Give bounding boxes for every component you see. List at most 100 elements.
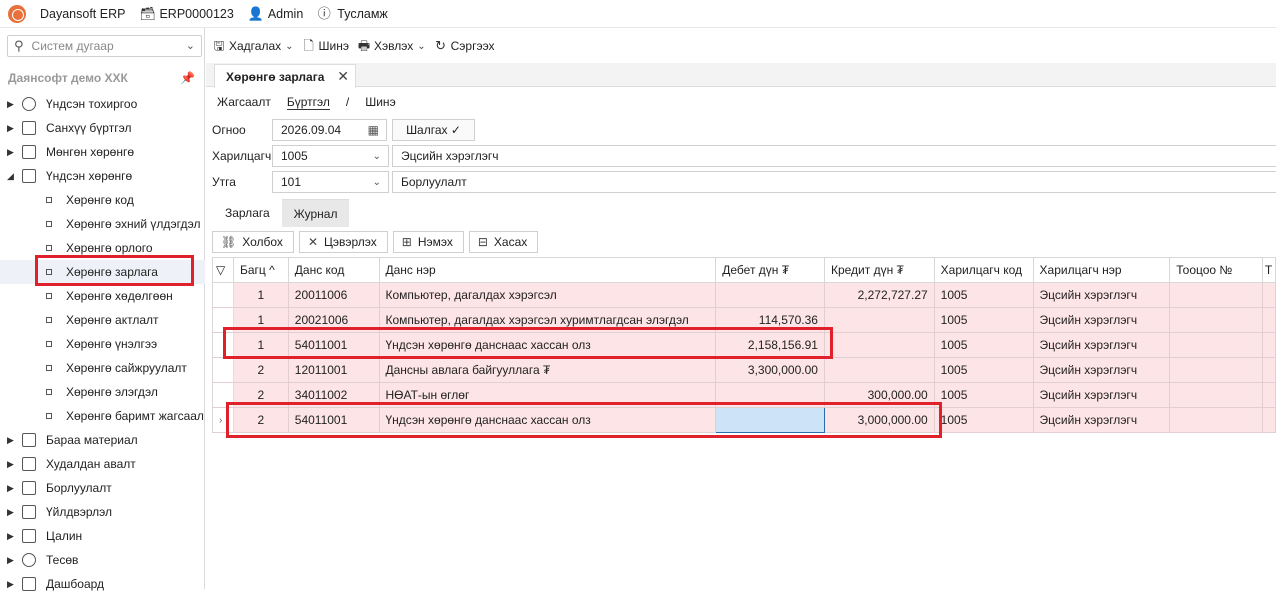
expand-arrow-icon[interactable]: ▶ (7, 99, 14, 110)
cell-account-code[interactable]: 12011001 (287, 357, 380, 383)
cell-extra[interactable] (1261, 332, 1276, 358)
expand-arrow-icon[interactable]: ▶ (7, 531, 14, 542)
sidebar-subitem-depreciation[interactable]: Хөрөнгө элэгдэл (0, 380, 205, 404)
chevron-down-icon[interactable]: ⌄ (373, 151, 381, 162)
cell-customer-name[interactable]: Эцсийн хэрэглэгч (1032, 332, 1171, 358)
date-field[interactable]: 2026.09.04 ▦ (272, 119, 387, 141)
row-indicator[interactable] (212, 357, 234, 383)
calendar-icon[interactable]: ▦ (368, 123, 379, 137)
clear-button[interactable]: ✕ Цэвэрлэх (298, 231, 388, 253)
column-header[interactable]: Данс нэр (378, 257, 717, 283)
cell-debit[interactable]: 3,300,000.00 (715, 357, 825, 383)
column-header[interactable]: Харилцагч нэр (1032, 257, 1171, 283)
add-row-button[interactable]: ⊞ Нэмэх (392, 231, 464, 253)
cell-account-name[interactable]: Компьютер, дагалдах хэрэгсэл хуримтлагдс… (378, 307, 717, 333)
cell-debit[interactable]: 2,158,156.91 (715, 332, 825, 358)
sidebar-subitem-asset-movement[interactable]: Хөрөнгө хөдөлгөөн (0, 284, 205, 308)
customer-code-select[interactable]: 1005 ⌄ (272, 145, 389, 167)
cell-account-code[interactable]: 34011002 (287, 382, 380, 408)
cell-credit[interactable] (823, 332, 935, 358)
user-menu[interactable]: 👤 Admin (248, 6, 303, 21)
cell-credit[interactable] (823, 307, 935, 333)
chevron-down-icon[interactable]: ⌄ (285, 41, 293, 52)
cell-settlement-no[interactable] (1169, 332, 1263, 358)
sidebar-item-budget[interactable]: ▶ Тесөв (0, 548, 205, 572)
check-button[interactable]: Шалгах ✓ (392, 119, 475, 141)
column-header[interactable]: Данс код (287, 257, 380, 283)
cell-account-code[interactable]: 20011006 (287, 282, 380, 308)
sidebar-item-fixed-assets[interactable]: ◢ Үндсэн хөрөнгө (0, 164, 205, 188)
row-indicator[interactable] (212, 332, 234, 358)
sidebar-item-settings[interactable]: ▶ Үндсэн тохиргоо (0, 92, 205, 116)
cell-account-name[interactable]: Үндсэн хөрөнгө данснаас хассан олз (378, 407, 717, 433)
sidebar-subitem-asset-disposal[interactable]: Хөрөнгө зарлага (0, 260, 205, 284)
expand-arrow-icon[interactable]: ▶ (7, 507, 14, 518)
breadcrumb-list[interactable]: Жагсаалт (217, 95, 271, 110)
row-indicator[interactable] (212, 382, 234, 408)
print-button[interactable]: 🖶 Хэвлэх ⌄ (357, 39, 426, 54)
cell-debit-editing[interactable] (715, 407, 825, 433)
expand-arrow-icon[interactable]: ▶ (7, 579, 14, 590)
cell-customer-code[interactable]: 1005 (933, 382, 1034, 408)
new-button[interactable]: 🗋 Шинэ (302, 39, 349, 54)
cell-customer-code[interactable]: 1005 (933, 332, 1034, 358)
sidebar-subitem-asset-writeoff[interactable]: Хөрөнгө актлалт (0, 308, 205, 332)
expand-arrow-icon[interactable]: ▶ (7, 555, 14, 566)
cell-batch[interactable]: 1 (232, 307, 289, 333)
database-selector[interactable]: 🗃 ERP0000123 (139, 6, 233, 21)
cell-settlement-no[interactable] (1169, 357, 1263, 383)
table-row[interactable]: 2 34011002 НӨАТ-ын өглөг 300,000.00 1005… (212, 382, 1276, 408)
cell-account-code[interactable]: 54011001 (287, 332, 380, 358)
tab-expense[interactable]: Зарлага (213, 199, 282, 227)
sidebar-item-finance[interactable]: ▶ Санхүү бүртгэл (0, 116, 205, 140)
cell-credit[interactable]: 300,000.00 (823, 382, 935, 408)
tab-asset-disposal[interactable]: Хөрөнгө зарлага ✕ (214, 64, 356, 88)
chevron-down-icon[interactable]: ⌄ (373, 177, 381, 188)
tab-journal[interactable]: Журнал (281, 199, 350, 227)
cell-extra[interactable] (1261, 307, 1276, 333)
cell-customer-name[interactable]: Эцсийн хэрэглэгч (1032, 307, 1171, 333)
row-indicator[interactable] (212, 282, 234, 308)
cell-settlement-no[interactable] (1169, 382, 1263, 408)
app-name[interactable]: Dayansoft ERP (40, 7, 125, 21)
expand-arrow-icon[interactable]: ▶ (7, 483, 14, 494)
expand-arrow-icon[interactable]: ▶ (7, 147, 14, 158)
cell-credit[interactable] (823, 357, 935, 383)
cell-settlement-no[interactable] (1169, 307, 1263, 333)
column-header[interactable]: Тооцоо № (1169, 257, 1263, 283)
cell-debit[interactable]: 114,570.36 (715, 307, 825, 333)
search-input[interactable]: ⚲ Систем дугаар ⌄ (7, 35, 202, 57)
expand-arrow-icon[interactable]: ▶ (7, 459, 14, 470)
cell-customer-code[interactable]: 1005 (933, 307, 1034, 333)
cell-account-name[interactable]: НӨАТ-ын өглөг (378, 382, 717, 408)
column-header[interactable]: Багц ^ (232, 257, 289, 283)
cell-account-code[interactable]: 20021006 (287, 307, 380, 333)
cell-debit[interactable] (715, 382, 825, 408)
table-row[interactable]: › 2 54011001 Үндсэн хөрөнгө данснаас хас… (212, 407, 1276, 433)
refresh-button[interactable]: ↻ Сэргээх (434, 39, 494, 54)
cell-credit[interactable]: 3,000,000.00 (823, 407, 935, 433)
chevron-down-icon[interactable]: ⌄ (186, 39, 195, 52)
customer-name-field[interactable]: Эцсийн хэрэглэгч (392, 145, 1276, 167)
current-row-indicator[interactable]: › (212, 407, 234, 433)
sidebar-item-sales[interactable]: ▶ Борлуулалт (0, 476, 205, 500)
cell-credit[interactable]: 2,272,727.27 (823, 282, 935, 308)
save-button[interactable]: 🖫 Хадгалах ⌄ (212, 39, 293, 54)
cell-batch[interactable]: 1 (232, 282, 289, 308)
chevron-down-icon[interactable]: ⌄ (417, 41, 425, 52)
remove-row-button[interactable]: ⊟ Хасах (468, 231, 539, 253)
cell-customer-code[interactable]: 1005 (933, 357, 1034, 383)
breadcrumb-new[interactable]: Шинэ (365, 95, 395, 110)
column-header[interactable]: Т (1261, 257, 1276, 283)
cell-extra[interactable] (1261, 382, 1276, 408)
cell-extra[interactable] (1261, 282, 1276, 308)
cell-customer-code[interactable]: 1005 (933, 407, 1034, 433)
column-header[interactable]: Кредит дүн ₮ (823, 257, 935, 283)
sidebar-subitem-opening-balance[interactable]: Хөрөнгө эхний үлдэгдэл (0, 212, 205, 236)
cell-customer-name[interactable]: Эцсийн хэрэглэгч (1032, 357, 1171, 383)
sidebar-subitem-asset-income[interactable]: Хөрөнгө орлого (0, 236, 205, 260)
help-menu[interactable]: ⓘ Тусламж (317, 6, 388, 21)
cell-extra[interactable] (1261, 407, 1276, 433)
filter-icon[interactable]: ▽ (212, 257, 234, 283)
pin-icon[interactable]: 📌 (180, 71, 195, 85)
